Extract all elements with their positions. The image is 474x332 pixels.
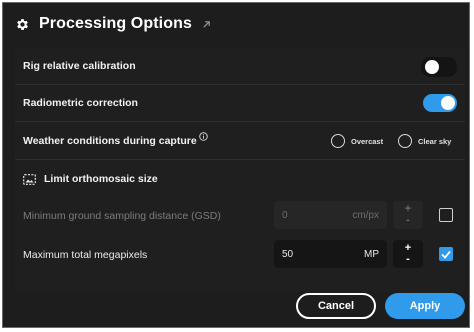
- megapixels-checkbox[interactable]: [439, 247, 453, 261]
- dialog-title: Processing Options: [39, 15, 192, 32]
- overcast-label: Overcast: [351, 136, 384, 146]
- weather-label: Weather conditions during capture: [23, 134, 197, 147]
- image-icon: [23, 173, 36, 185]
- rig-calibration-label: Rig relative calibration: [23, 60, 136, 72]
- weather-row: Weather conditions during capture Overca…: [15, 122, 465, 160]
- megapixels-row: Maximum total megapixels 50 MP + -: [15, 238, 465, 272]
- megapixels-value: 50: [282, 248, 294, 260]
- megapixels-input[interactable]: 50 MP: [274, 240, 387, 268]
- limit-ortho-row: Limit orthomosaic size: [15, 160, 465, 198]
- toggle-knob: [425, 60, 439, 74]
- megapixels-decrement-button[interactable]: -: [406, 254, 410, 265]
- gsd-value: 0: [282, 209, 288, 221]
- clear-sky-option[interactable]: Clear sky: [398, 134, 451, 148]
- gsd-row: Minimum ground sampling distance (GSD) 0…: [15, 198, 465, 234]
- options-panel: Rig relative calibration Radiometric cor…: [15, 48, 465, 292]
- processing-options-dialog: Processing Options Rig relative calibrat…: [2, 2, 470, 328]
- radiometric-row: Radiometric correction: [15, 85, 465, 122]
- dialog-header: Processing Options: [15, 13, 211, 35]
- gsd-input[interactable]: 0 cm/px: [274, 201, 387, 229]
- toggle-knob: [441, 96, 455, 110]
- radiometric-label: Radiometric correction: [23, 97, 138, 109]
- checkmark-icon: [441, 250, 451, 259]
- rig-calibration-toggle[interactable]: [421, 57, 457, 77]
- megapixels-label: Maximum total megapixels: [23, 249, 148, 261]
- gsd-unit: cm/px: [352, 209, 379, 221]
- overcast-radio[interactable]: [331, 134, 345, 148]
- overcast-option[interactable]: Overcast: [331, 134, 383, 148]
- cancel-button[interactable]: Cancel: [296, 293, 376, 319]
- gsd-label: Minimum ground sampling distance (GSD): [23, 210, 221, 222]
- apply-button[interactable]: Apply: [385, 293, 465, 319]
- external-link-icon[interactable]: [202, 20, 211, 29]
- gsd-decrement-button[interactable]: -: [406, 215, 410, 226]
- megapixels-unit: MP: [364, 248, 379, 260]
- rig-calibration-row: Rig relative calibration: [15, 48, 465, 85]
- megapixels-stepper[interactable]: + -: [393, 240, 423, 268]
- radiometric-toggle[interactable]: [423, 94, 457, 112]
- gsd-checkbox[interactable]: [439, 208, 453, 222]
- gsd-stepper[interactable]: + -: [393, 201, 423, 229]
- info-icon[interactable]: [198, 132, 208, 141]
- clear-sky-radio[interactable]: [398, 134, 412, 148]
- clear-sky-label: Clear sky: [418, 136, 452, 146]
- gear-icon: [17, 18, 28, 30]
- limit-ortho-label: Limit orthomosaic size: [44, 173, 158, 185]
